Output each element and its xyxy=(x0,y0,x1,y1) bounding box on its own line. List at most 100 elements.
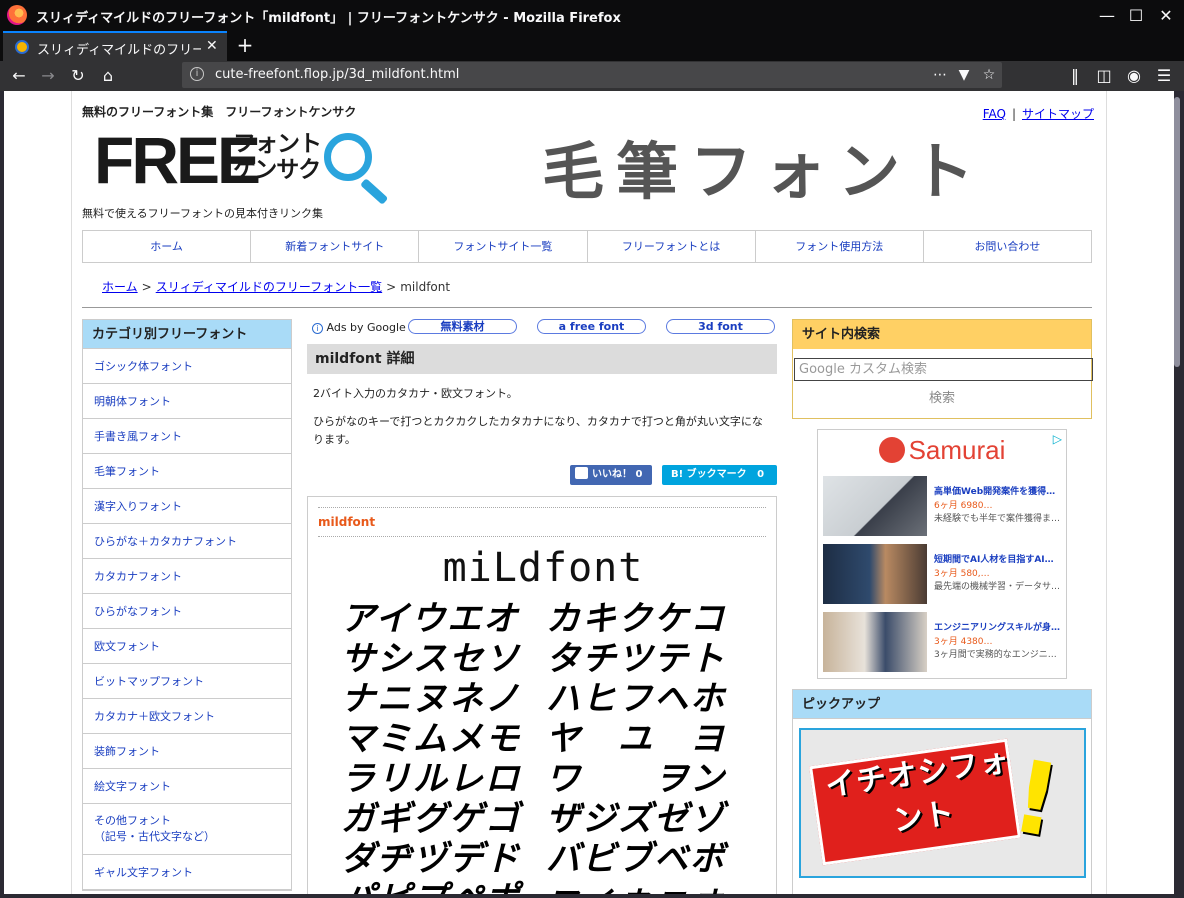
sample-cell: アイウエオ xyxy=(341,599,520,639)
page-scrollbar[interactable] xyxy=(1174,91,1180,894)
tab-close-icon[interactable]: ✕ xyxy=(206,38,218,54)
window-titlebar: スリィディマイルドのフリーフォント「mildfont」 | フリーフォントケンサ… xyxy=(0,0,1184,31)
category-item[interactable]: 装飾フォント xyxy=(83,734,291,769)
ads-label: Ads by Google xyxy=(326,321,406,334)
like-count: 0 xyxy=(635,469,643,480)
pickup-banner-image[interactable]: イチオシフォント ! xyxy=(799,728,1086,878)
sample-cell: ザジズゼゾ xyxy=(546,799,726,839)
header-banner[interactable]: 毛筆フォント xyxy=(542,121,986,211)
forward-arrow-icon[interactable]: → xyxy=(37,65,59,87)
breadcrumb-separator: > xyxy=(386,280,397,294)
hamburger-menu-icon[interactable]: ☰ xyxy=(1153,65,1175,87)
dotted-divider xyxy=(318,536,766,537)
category-item-label: その他フォント xyxy=(94,814,171,827)
ad-item[interactable]: エンジニアリングスキルが身… 3ヶ月 4380… 3ヶ月間で実務的なエンジニ… xyxy=(823,610,1063,674)
category-item[interactable]: 欧文フォント xyxy=(83,629,291,664)
site-logo-subtext[interactable]: フォント ケンサク xyxy=(233,131,333,183)
facebook-like-button[interactable]: いいね！ 0 xyxy=(570,465,652,485)
nav-how-to-use[interactable]: フォント使用方法 xyxy=(756,231,924,262)
sample-cell: ナニヌネノ xyxy=(341,679,521,719)
sitemap-link[interactable]: サイトマップ xyxy=(1022,107,1094,121)
ad-item-price: 3ヶ月 4380… xyxy=(934,637,993,647)
pocket-icon[interactable]: ▼ xyxy=(954,65,974,85)
site-subtagline: 無料で使えるフリーフォントの見本付きリンク集 xyxy=(82,207,324,220)
ad-link[interactable]: a free font xyxy=(537,319,646,334)
url-text[interactable]: cute-freefont.flop.jp/3d_mildfont.html xyxy=(215,67,459,82)
ad-item[interactable]: 高単価Web開発案件を獲得… 6ヶ月 6980… 未経験でも半年で案件獲得ま… xyxy=(823,474,1063,538)
nav-about-free-font[interactable]: フリーフォントとは xyxy=(588,231,756,262)
category-item[interactable]: ひらがなフォント xyxy=(83,594,291,629)
category-item[interactable]: カタカナ＋欧文フォント xyxy=(83,699,291,734)
url-bar[interactable]: i cute-freefont.flop.jp/3d_mildfont.html… xyxy=(182,62,1002,88)
browser-tab-active[interactable]: スリィディマイルドのフリーフ… ✕ xyxy=(3,31,227,61)
close-window-icon[interactable]: ✕ xyxy=(1155,5,1177,27)
extension-globe-icon[interactable]: ◉ xyxy=(1123,65,1145,87)
bookmark-star-icon[interactable]: ☆ xyxy=(979,65,999,85)
logo-line-1: フォント xyxy=(233,131,322,157)
category-item[interactable]: ひらがな＋カタカナフォント xyxy=(83,524,291,559)
site-favicon-icon xyxy=(15,40,29,54)
minimize-icon[interactable]: — xyxy=(1096,5,1118,27)
nav-new-sites[interactable]: 新着フォントサイト xyxy=(251,231,420,262)
sample-title: mildfont xyxy=(318,515,376,529)
category-item[interactable]: ギャル文字フォント xyxy=(83,855,291,890)
page-viewport: 無料のフリーフォント集 フリーフォントケンサク FREE フォント ケンサク 無… xyxy=(4,91,1174,894)
ads-by-google[interactable]: i Ads by Google xyxy=(312,321,406,334)
category-item[interactable]: その他フォント （記号・古代文字など） xyxy=(83,804,291,855)
ad-thumbnail-image xyxy=(823,544,927,604)
maximize-icon[interactable]: ☐ xyxy=(1125,5,1147,27)
category-item[interactable]: 絵文字フォント xyxy=(83,769,291,804)
ad-link[interactable]: 3d font xyxy=(666,319,775,334)
ad-item[interactable]: 短期間でAI人材を目指すAI… 3ヶ月 580,… 最先端の機械学習・データサ… xyxy=(823,542,1063,606)
category-item[interactable]: 手書き風フォント xyxy=(83,419,291,454)
ad-link[interactable]: 無料素材 xyxy=(408,319,517,334)
reload-icon[interactable]: ↻ xyxy=(67,65,89,87)
category-item[interactable]: ビットマップフォント xyxy=(83,664,291,699)
ad-thumbnail-image xyxy=(823,476,927,536)
hatena-bookmark-button[interactable]: B! ブックマーク 0 xyxy=(662,465,777,485)
page-actions-ellipsis-icon[interactable]: ⋯ xyxy=(930,65,950,85)
faq-link[interactable]: FAQ xyxy=(983,107,1006,121)
category-item[interactable]: 毛筆フォント xyxy=(83,454,291,489)
home-icon[interactable]: ⌂ xyxy=(97,65,119,87)
nav-site-list[interactable]: フォントサイト一覧 xyxy=(419,231,588,262)
page-info-icon[interactable]: i xyxy=(190,67,204,81)
category-item[interactable]: ゴシック体フォント xyxy=(83,349,291,384)
samurai-ad[interactable]: Samurai ▷ 高単価Web開発案件を獲得… 6ヶ月 6980… 未経験でも… xyxy=(817,429,1067,679)
sample-cell: ダヂヅデド xyxy=(341,839,521,879)
ad-item-desc: 最先端の機械学習・データサ… xyxy=(934,582,1061,592)
category-item[interactable]: 明朝体フォント xyxy=(83,384,291,419)
sample-row: ラリルレロワ ヲン xyxy=(341,751,751,799)
description-line-1: 2バイト入力のカタカナ・欧文フォント。 xyxy=(313,387,518,400)
search-input[interactable]: Google カスタム検索 xyxy=(794,358,1093,381)
site-container: 無料のフリーフォント集 フリーフォントケンサク FREE フォント ケンサク 無… xyxy=(71,91,1107,894)
nav-contact[interactable]: お問い合わせ xyxy=(924,231,1091,262)
category-item[interactable]: 漢字入りフォント xyxy=(83,489,291,524)
dotted-divider xyxy=(318,507,766,508)
ad-info-icon: i xyxy=(312,322,323,334)
sample-cell: サシスセソ xyxy=(341,639,521,679)
adchoices-icon[interactable]: ▷ xyxy=(1053,432,1062,446)
breadcrumb: ホーム > スリィディマイルドのフリーフォント一覧 > mildfont xyxy=(102,278,450,295)
ad-item-desc: 未経験でも半年で案件獲得ま… xyxy=(934,514,1061,524)
sample-cell: ヤ ユ ヨ xyxy=(546,719,726,759)
ad-item-title: 高単価Web開発案件を獲得… xyxy=(934,487,1056,497)
search-button[interactable]: 検索 xyxy=(793,387,1091,406)
ad-item-title: 短期間でAI人材を目指すAI… xyxy=(934,555,1054,565)
breadcrumb-current: mildfont xyxy=(400,280,451,294)
breadcrumb-parent[interactable]: スリィディマイルドのフリーフォント一覧 xyxy=(156,280,382,294)
ad-links-row: i Ads by Google 無料素材 a free font 3d font xyxy=(307,319,777,337)
sample-row: ダヂヅデド バビブベボ xyxy=(341,831,751,879)
sidebar-toggle-icon[interactable]: ◫ xyxy=(1093,65,1115,87)
breadcrumb-home[interactable]: ホーム xyxy=(102,280,138,294)
scrollbar-thumb[interactable] xyxy=(1174,97,1180,367)
sample-cell: ハヒフヘホ xyxy=(546,679,726,719)
sample-row: マミムメモヤ ユ ヨ xyxy=(341,711,751,759)
sample-row: アイウエオ カキクケコ xyxy=(341,591,751,639)
sample-cell: ァィゥェォ xyxy=(546,871,751,894)
category-item[interactable]: カタカナフォント xyxy=(83,559,291,594)
nav-home[interactable]: ホーム xyxy=(83,231,252,262)
library-icon[interactable]: ‖ xyxy=(1064,65,1086,87)
back-arrow-icon[interactable]: ← xyxy=(8,65,30,87)
new-tab-plus-icon[interactable]: + xyxy=(233,33,257,57)
